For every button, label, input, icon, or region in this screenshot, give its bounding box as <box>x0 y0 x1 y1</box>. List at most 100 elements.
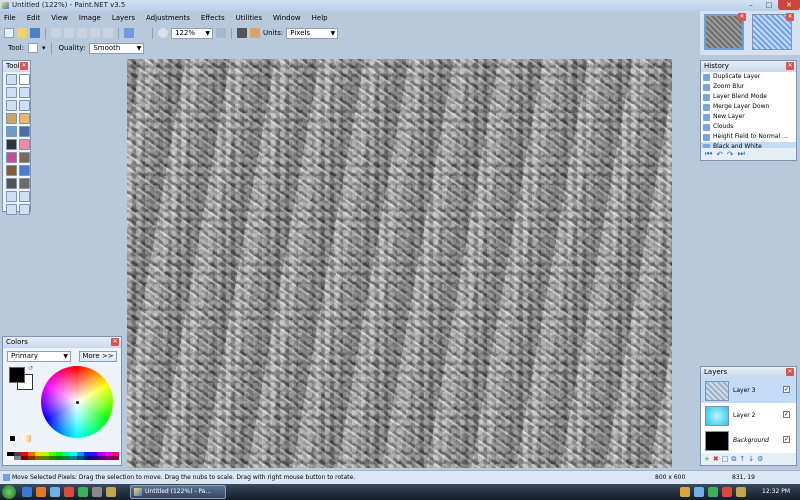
quicklaunch-icon[interactable] <box>106 487 116 497</box>
delete-layer-icon[interactable]: ✖ <box>713 455 719 463</box>
layer-properties-icon[interactable]: ⚙ <box>757 455 763 463</box>
layer-visibility-checkbox[interactable]: ✓ <box>783 411 790 418</box>
tray-icon[interactable] <box>694 487 704 497</box>
close-icon[interactable]: ✕ <box>786 62 794 70</box>
redo-icon[interactable] <box>137 28 147 38</box>
palette-swatch[interactable] <box>112 456 119 460</box>
magic-wand-tool-icon[interactable] <box>6 113 17 124</box>
paintbrush-tool-icon[interactable] <box>6 139 17 150</box>
palette-swatch[interactable] <box>63 456 70 460</box>
color-mode-select[interactable]: Primary ▼ <box>7 351 71 362</box>
layer-visibility-checkbox[interactable]: ✓ <box>783 436 790 443</box>
close-button[interactable]: ✕ <box>778 0 800 10</box>
duplicate-layer-icon[interactable]: □ <box>722 455 729 463</box>
merge-layer-icon[interactable]: ⧉ <box>731 455 736 464</box>
eraser-tool-icon[interactable] <box>19 139 30 150</box>
deselect-icon[interactable] <box>103 28 113 38</box>
ellipse-select-tool-icon[interactable] <box>6 100 17 111</box>
menu-edit[interactable]: Edit <box>27 14 41 22</box>
open-icon[interactable] <box>17 28 27 38</box>
redo-icon[interactable]: ↷ <box>727 150 734 159</box>
undo-icon[interactable] <box>124 28 134 38</box>
palette-swatch[interactable] <box>14 456 21 460</box>
quicklaunch-icon[interactable] <box>92 487 102 497</box>
history-item[interactable]: Clouds <box>701 122 796 132</box>
palette-swatch[interactable] <box>42 456 49 460</box>
move-selection-tool-icon[interactable] <box>19 87 30 98</box>
palette-swatch[interactable] <box>49 456 56 460</box>
palette-swatch[interactable] <box>77 456 84 460</box>
quicklaunch-icon[interactable] <box>78 487 88 497</box>
close-image-icon[interactable]: ✕ <box>738 13 746 21</box>
recolor-tool-icon[interactable] <box>19 165 30 176</box>
close-icon[interactable]: ✕ <box>20 62 28 70</box>
start-button[interactable] <box>2 485 16 499</box>
history-item[interactable]: Merge Layer Down <box>701 102 796 112</box>
palette-menu-icon[interactable] <box>23 435 31 442</box>
history-item[interactable]: New Layer <box>701 112 796 122</box>
menu-effects[interactable]: Effects <box>201 14 225 22</box>
quality-combo[interactable]: Smooth ▼ <box>89 42 145 54</box>
lasso-select-tool-icon[interactable] <box>6 87 17 98</box>
image-canvas[interactable] <box>127 59 672 468</box>
gradient-tool-icon[interactable] <box>19 126 30 137</box>
tray-icon[interactable] <box>722 487 732 497</box>
close-image-icon[interactable]: ✕ <box>786 13 794 21</box>
history-item[interactable]: Duplicate Layer <box>701 72 796 82</box>
paste-icon[interactable] <box>77 28 87 38</box>
zoom-to-window-icon[interactable] <box>216 28 226 38</box>
maximize-button[interactable]: □ <box>760 0 778 10</box>
tray-icon[interactable] <box>680 487 690 497</box>
close-icon[interactable]: ✕ <box>786 368 794 376</box>
close-icon[interactable]: ✕ <box>111 338 119 346</box>
rectangle-tool-icon[interactable] <box>6 191 17 202</box>
rounded-rectangle-tool-icon[interactable] <box>19 191 30 202</box>
clone-stamp-tool-icon[interactable] <box>6 165 17 176</box>
copy-icon[interactable] <box>64 28 74 38</box>
palette-swatch[interactable] <box>105 456 112 460</box>
tray-icon[interactable] <box>736 487 746 497</box>
menu-utilities[interactable]: Utilities <box>236 14 262 22</box>
save-icon[interactable] <box>30 28 40 38</box>
color-wheel[interactable] <box>41 366 113 438</box>
zoom-combo[interactable]: 122% ▼ <box>171 27 213 39</box>
menu-image[interactable]: Image <box>79 14 101 22</box>
primary-color-swatch[interactable] <box>9 367 25 383</box>
pan-tool-icon[interactable] <box>19 113 30 124</box>
swap-colors-icon[interactable]: ↺ <box>28 365 33 372</box>
quicklaunch-icon[interactable] <box>36 487 46 497</box>
add-layer-icon[interactable]: + <box>704 455 710 463</box>
palette-swatch[interactable] <box>98 456 105 460</box>
zoom-icon[interactable] <box>158 28 168 38</box>
palette-swatch[interactable] <box>56 456 63 460</box>
text-tool-icon[interactable] <box>6 178 17 189</box>
taskbar-item-paintnet[interactable]: Untitled (122%) - Pa... <box>130 485 226 499</box>
rewind-icon[interactable]: ⏮ <box>705 149 712 159</box>
quicklaunch-icon[interactable] <box>64 487 74 497</box>
menu-adjustments[interactable]: Adjustments <box>146 14 190 22</box>
cut-icon[interactable] <box>51 28 61 38</box>
reset-colors-icon[interactable] <box>9 435 16 442</box>
layer-row-layer-2[interactable]: Layer 2 ✓ <box>701 403 796 428</box>
menu-window[interactable]: Window <box>273 14 301 22</box>
crop-icon[interactable] <box>90 28 100 38</box>
ruler-icon[interactable] <box>250 28 260 38</box>
quicklaunch-icon[interactable] <box>22 487 32 497</box>
menu-view[interactable]: View <box>51 14 68 22</box>
new-icon[interactable] <box>4 28 14 38</box>
palette-swatch[interactable] <box>7 456 14 460</box>
color-picker-tool-icon[interactable] <box>19 152 30 163</box>
taskbar-clock[interactable]: 12:32 PM <box>762 484 790 500</box>
history-item[interactable]: Height Field to Normal ... <box>701 132 796 142</box>
menu-help[interactable]: Help <box>312 14 328 22</box>
history-item[interactable]: Zoom Blur <box>701 82 796 92</box>
rectangle-select-tool-icon[interactable] <box>6 74 17 85</box>
chevron-down-icon[interactable]: ▾ <box>42 44 46 52</box>
paint-bucket-tool-icon[interactable] <box>6 126 17 137</box>
freeform-shape-tool-icon[interactable] <box>19 204 30 215</box>
palette-swatch[interactable] <box>70 456 77 460</box>
fast-forward-icon[interactable]: ⏭ <box>738 149 745 159</box>
palette-swatch[interactable] <box>28 456 35 460</box>
paintnet-app-icon[interactable] <box>2 2 9 9</box>
pencil-tool-icon[interactable] <box>6 152 17 163</box>
